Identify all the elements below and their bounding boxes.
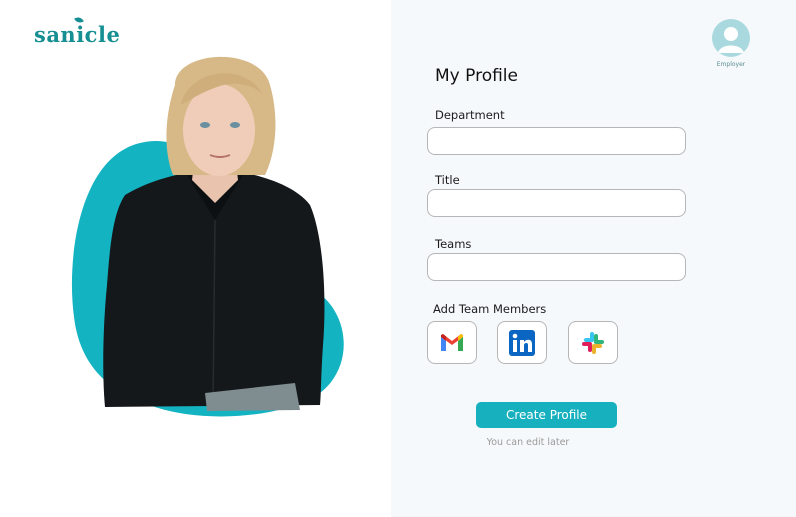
teams-label: Teams (435, 237, 472, 251)
title-label: Title (435, 173, 460, 187)
department-label: Department (435, 108, 505, 122)
gmail-button[interactable] (427, 321, 477, 364)
linkedin-button[interactable] (497, 321, 547, 364)
department-input[interactable] (427, 127, 686, 155)
slack-icon (582, 331, 604, 354)
teams-input[interactable] (427, 253, 686, 281)
linkedin-icon (509, 329, 535, 356)
user-avatar-icon[interactable] (712, 19, 750, 57)
hero-panel: sanicle (0, 0, 391, 517)
title-input[interactable] (427, 189, 686, 217)
add-team-members-label: Add Team Members (433, 302, 547, 316)
profile-photo (103, 56, 325, 411)
edit-later-hint: You can edit later (486, 437, 570, 448)
sanicle-logo: sanicle (34, 15, 121, 47)
slack-button[interactable] (568, 321, 618, 364)
gmail-icon (441, 333, 463, 351)
logo-text: sanicle (34, 22, 121, 47)
avatar-role-label: Employer (716, 61, 746, 68)
page-title: My Profile (435, 66, 518, 86)
create-profile-button[interactable]: Create Profile (476, 402, 617, 428)
